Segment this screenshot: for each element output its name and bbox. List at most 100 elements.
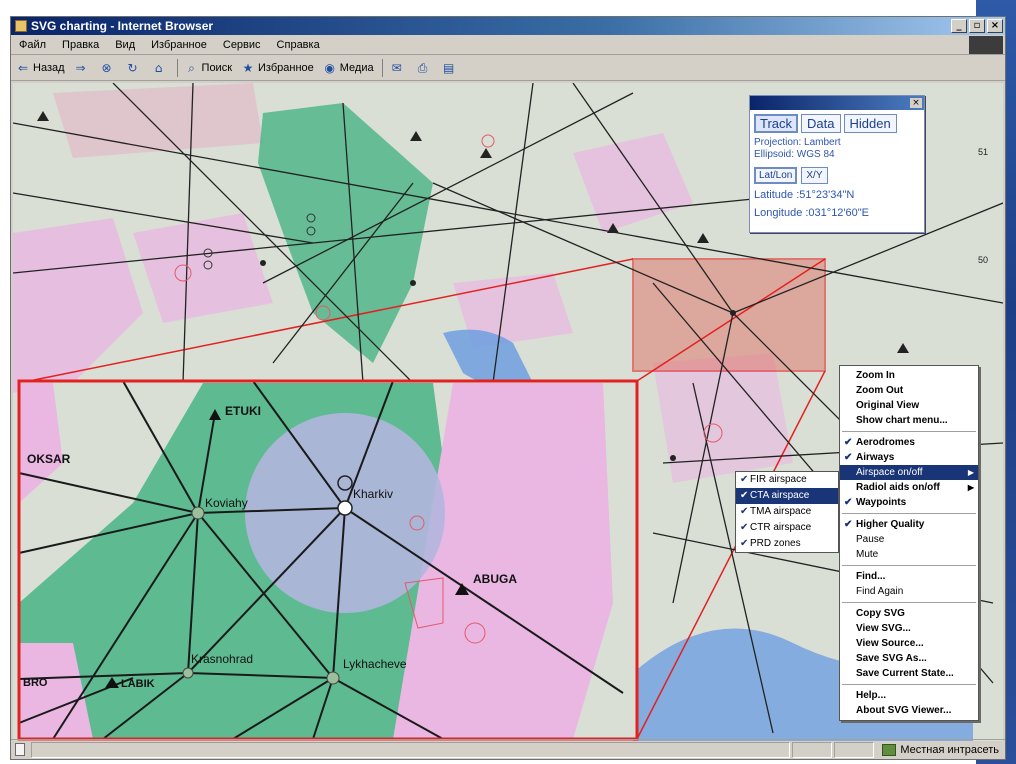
menu-help[interactable]: Help...	[840, 688, 978, 703]
submenu-cta-airspace[interactable]: ✔ CTA airspace	[736, 488, 838, 504]
track-panel-titlebar[interactable]	[750, 96, 924, 110]
forward-button[interactable]: ⇒	[73, 60, 91, 76]
favorites-button[interactable]: ★ Избранное	[240, 60, 314, 76]
mail-button[interactable]: ✉	[389, 60, 407, 76]
menu-separator	[842, 431, 976, 432]
maximize-button[interactable]: ▫	[969, 19, 985, 33]
print-button[interactable]: ⎙	[415, 60, 433, 76]
intranet-zone-icon	[882, 743, 897, 756]
check-icon: ✔	[844, 497, 853, 508]
svg-chart-viewport[interactable]: 51 50 ETUKI OKSAR Koviahy Kharkiv ABUGA …	[13, 83, 1003, 741]
search-icon: ⌕	[188, 60, 195, 75]
submenu-fir-airspace[interactable]: ✔ FIR airspace	[736, 472, 838, 488]
media-icon: ◉	[324, 60, 335, 75]
zone-label: Местная интрасеть	[900, 743, 999, 756]
submenu-label: CTA airspace	[750, 490, 810, 501]
projection-text: Projection: Lambert	[754, 137, 841, 148]
forward-arrow-icon: ⇒	[75, 60, 86, 75]
tab-hidden[interactable]: Hidden	[843, 114, 897, 133]
track-panel-close-button[interactable]: ×	[910, 98, 922, 108]
airspace-submenu: ✔ FIR airspace ✔ CTA airspace ✔ TMA airspac…	[735, 471, 839, 553]
menu-waypoints[interactable]: ✔ Waypoints	[840, 495, 978, 510]
menu-label: Higher Quality	[856, 519, 925, 530]
menu-view-source[interactable]: View Source...	[840, 636, 978, 651]
track-panel-tabs: Track Data Hidden	[754, 114, 920, 133]
minimize-button[interactable]: _	[951, 19, 967, 33]
media-button[interactable]: ◉ Медиа	[322, 60, 374, 76]
menu-view-svg[interactable]: View SVG...	[840, 621, 978, 636]
menu-about-svg-viewer[interactable]: About SVG Viewer...	[840, 703, 978, 718]
browser-icon	[15, 20, 27, 32]
status-cell	[834, 741, 875, 758]
menu-original-view[interactable]: Original View	[840, 398, 978, 413]
kharkiv-label: Kharkiv	[353, 487, 393, 501]
search-button[interactable]: ⌕ Поиск	[184, 60, 232, 76]
longitude-readout: Longitude :031°12'60"E	[754, 207, 870, 219]
back-label: Назад	[33, 61, 65, 74]
submenu-tma-airspace[interactable]: ✔ TMA airspace	[736, 504, 838, 520]
submenu-label: TMA airspace	[750, 506, 812, 517]
status-bar: Местная интрасеть	[11, 739, 1005, 759]
menu-view[interactable]: Вид	[107, 39, 143, 51]
close-button[interactable]: ×	[987, 19, 1003, 33]
etuki-label: ETUKI	[225, 404, 261, 418]
menu-save-svg-as[interactable]: Save SVG As...	[840, 651, 978, 666]
tab-track[interactable]: Track	[754, 114, 799, 133]
edit-button[interactable]: ▤	[441, 60, 459, 76]
menu-mute[interactable]: Mute	[840, 547, 978, 562]
home-button[interactable]: ⌂	[151, 60, 169, 76]
check-icon: ✔	[740, 506, 749, 517]
menu-label: Airspace on/off	[856, 467, 923, 478]
menu-separator	[842, 513, 976, 514]
menu-favorites[interactable]: Избранное	[143, 39, 215, 51]
menu-edit[interactable]: Правка	[54, 39, 107, 51]
toolbar-separator	[176, 58, 178, 77]
menu-zoom-in[interactable]: Zoom In	[840, 368, 978, 383]
back-button[interactable]: ⇐ Назад	[15, 60, 65, 76]
menu-save-current-state[interactable]: Save Current State...	[840, 666, 978, 681]
check-icon: ✔	[740, 490, 749, 501]
menu-tools[interactable]: Сервис	[215, 39, 269, 51]
menu-pause[interactable]: Pause	[840, 532, 978, 547]
krasnohrad-label: Krasnohrad	[191, 652, 253, 666]
menu-file[interactable]: Файл	[11, 39, 54, 51]
submenu-ctr-airspace[interactable]: ✔ CTR airspace	[736, 520, 838, 536]
menu-show-chart-menu[interactable]: Show chart menu...	[840, 413, 978, 428]
check-icon: ✔	[740, 538, 749, 549]
projection-info: Projection: Lambert Ellipsoid: WGS 84	[754, 137, 920, 161]
zoom-inset[interactable]: ETUKI OKSAR Koviahy Kharkiv ABUGA Krasno…	[17, 379, 639, 741]
menu-radio-aids-toggle[interactable]: Radiol aids on/off ▶	[840, 480, 978, 495]
labik-label: LABIK	[121, 678, 155, 690]
menu-aerodromes[interactable]: ✔ Aerodromes	[840, 435, 978, 450]
menu-higher-quality[interactable]: ✔ Higher Quality	[840, 517, 978, 532]
page-icon	[15, 743, 25, 756]
latlon-button[interactable]: Lat/Lon	[754, 167, 798, 184]
track-panel: × Track Data Hidden Projection: Lambert …	[749, 95, 925, 233]
menu-find-again[interactable]: Find Again	[840, 584, 978, 599]
tab-data[interactable]: Data	[801, 114, 841, 133]
koviahy-label: Koviahy	[205, 496, 248, 510]
menu-help[interactable]: Справка	[269, 39, 328, 51]
prd-zone	[653, 353, 793, 483]
submenu-arrow-icon: ▶	[967, 483, 974, 492]
menu-airspace-toggle[interactable]: Airspace on/off ▶	[840, 465, 978, 480]
menu-separator	[842, 684, 976, 685]
submenu-prd-zones[interactable]: ✔ PRD zones	[736, 536, 838, 552]
search-label: Поиск	[201, 61, 233, 74]
status-text-area	[31, 741, 791, 758]
menu-find[interactable]: Find...	[840, 569, 978, 584]
xy-button[interactable]: X/Y	[801, 167, 828, 184]
menu-airways[interactable]: ✔ Airways	[840, 450, 978, 465]
favorites-label: Избранное	[258, 61, 314, 74]
zoom-source-area	[632, 258, 826, 372]
refresh-button[interactable]: ↻	[125, 60, 143, 76]
menu-label: Aerodromes	[856, 437, 915, 448]
menu-zoom-out[interactable]: Zoom Out	[840, 383, 978, 398]
browser-window: SVG charting - Internet Browser _ ▫ × Фа…	[10, 16, 1006, 760]
submenu-label: PRD zones	[750, 538, 801, 549]
menu-bar: Файл Правка Вид Избранное Сервис Справка	[11, 35, 1005, 55]
stop-button[interactable]: ⊗	[99, 60, 117, 76]
edit-icon: ▤	[442, 60, 455, 75]
menu-copy-svg[interactable]: Copy SVG	[840, 606, 978, 621]
home-icon: ⌂	[154, 60, 163, 75]
